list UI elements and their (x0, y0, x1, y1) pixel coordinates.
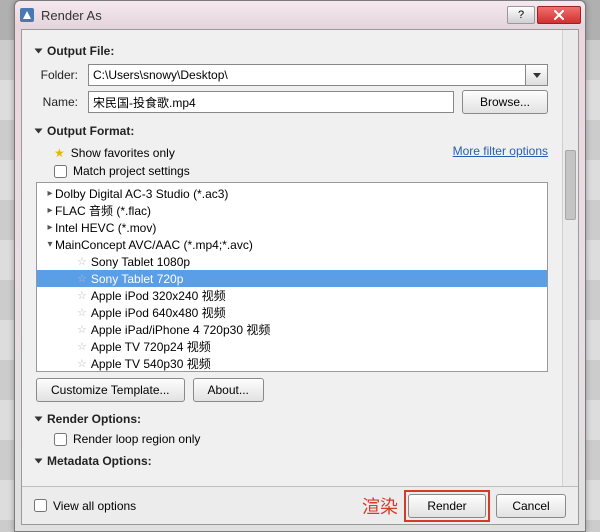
vertical-scrollbar[interactable] (562, 30, 578, 486)
view-all-options-checkbox[interactable] (34, 499, 47, 512)
tree-preset[interactable]: ☆ Apple TV 540p30 视频 (37, 355, 547, 372)
tree-preset[interactable]: ☆ Sony Tablet 720p (37, 270, 547, 287)
render-button[interactable]: Render (408, 494, 486, 518)
section-label: Render Options: (47, 412, 141, 426)
render-as-window: Render As ? Output File: Folder: Name: B… (14, 0, 586, 532)
tree-preset[interactable]: ☆ Apple iPod 640x480 视频 (37, 304, 547, 321)
caret-icon: ▾ (45, 239, 55, 250)
section-render-options[interactable]: Render Options: (36, 412, 548, 426)
app-icon (19, 7, 35, 23)
name-field[interactable] (88, 91, 454, 113)
tree-preset[interactable]: ☆ Apple TV 720p24 视频 (37, 338, 547, 355)
section-metadata-options[interactable]: Metadata Options: (36, 454, 548, 468)
tree-item-label: Intel HEVC (*.mov) (55, 221, 156, 235)
tree-item-label: Apple iPod 320x240 视频 (91, 287, 226, 304)
close-icon (554, 10, 564, 20)
tree-group[interactable]: ▸FLAC 音频 (*.flac) (37, 202, 547, 219)
tree-item-label: Sony Tablet 1080p (91, 255, 190, 269)
chevron-right-icon (35, 49, 43, 54)
folder-label: Folder: (36, 68, 88, 82)
tree-item-label: Apple TV 540p30 视频 (91, 355, 211, 372)
about-button[interactable]: About... (193, 378, 264, 402)
page-edge-right (586, 40, 600, 532)
bottom-bar: View all options 渲染 Render Cancel (22, 486, 578, 524)
section-output-format[interactable]: Output Format: (36, 124, 548, 138)
annotation-highlight-box: Render (404, 490, 490, 522)
tree-item-label: Sony Tablet 720p (91, 272, 184, 286)
tree-item-label: Apple iPod 640x480 视频 (91, 304, 226, 321)
section-label: Metadata Options: (47, 454, 152, 468)
folder-field[interactable] (88, 64, 526, 86)
close-button[interactable] (537, 6, 581, 24)
favorite-star-icon[interactable]: ☆ (77, 306, 87, 319)
tree-item-label: FLAC 音频 (*.flac) (55, 202, 151, 219)
customize-template-button[interactable]: Customize Template... (36, 378, 185, 402)
tree-group[interactable]: ▸Intel HEVC (*.mov) (37, 219, 547, 236)
tree-preset[interactable]: ☆ Apple iPad/iPhone 4 720p30 视频 (37, 321, 547, 338)
help-button[interactable]: ? (507, 6, 535, 24)
view-all-options-label: View all options (53, 499, 136, 513)
chevron-right-icon (35, 459, 43, 464)
tree-item-label: Apple TV 720p24 视频 (91, 338, 211, 355)
name-label: Name: (36, 95, 88, 109)
favorite-star-icon[interactable]: ☆ (77, 289, 87, 302)
main-scroll-area: Output File: Folder: Name: Browse... Out… (22, 30, 578, 486)
caret-icon: ▸ (45, 205, 55, 216)
favorite-star-icon[interactable]: ☆ (77, 272, 87, 285)
section-label: Output Format: (47, 124, 134, 138)
loop-region-checkbox[interactable] (54, 433, 67, 446)
annotation-render-text: 渲染 (362, 493, 398, 519)
scrollbar-thumb[interactable] (565, 150, 576, 220)
tree-group[interactable]: ▾MainConcept AVC/AAC (*.mp4;*.avc) (37, 236, 547, 253)
caret-icon: ▸ (45, 222, 55, 233)
chevron-right-icon (35, 129, 43, 134)
loop-region-label: Render loop region only (73, 432, 200, 446)
window-title: Render As (41, 8, 505, 23)
show-favorites-label: Show favorites only (71, 146, 175, 160)
tree-item-label: MainConcept AVC/AAC (*.mp4;*.avc) (55, 238, 253, 252)
page-edge-left (0, 40, 14, 532)
section-label: Output File: (47, 44, 114, 58)
favorite-star-icon[interactable]: ☆ (77, 323, 87, 336)
folder-dropdown-button[interactable] (526, 64, 548, 86)
favorite-star-icon[interactable]: ☆ (77, 340, 87, 353)
caret-icon: ▸ (45, 188, 55, 199)
favorite-star-icon[interactable]: ☆ (77, 357, 87, 370)
favorite-star-icon[interactable]: ☆ (77, 255, 87, 268)
more-filter-options-link[interactable]: More filter options (453, 144, 548, 158)
tree-preset[interactable]: ☆ Apple iPod 320x240 视频 (37, 287, 547, 304)
section-output-file[interactable]: Output File: (36, 44, 548, 58)
match-project-checkbox[interactable] (54, 165, 67, 178)
chevron-right-icon (35, 417, 43, 422)
format-tree[interactable]: ▸Dolby Digital AC-3 Studio (*.ac3)▸FLAC … (36, 182, 548, 372)
cancel-button[interactable]: Cancel (496, 494, 566, 518)
star-icon: ★ (54, 146, 65, 160)
tree-group[interactable]: ▸Dolby Digital AC-3 Studio (*.ac3) (37, 185, 547, 202)
tree-item-label: Apple iPad/iPhone 4 720p30 视频 (91, 321, 270, 338)
chevron-down-icon (533, 73, 541, 78)
titlebar[interactable]: Render As ? (15, 1, 585, 29)
tree-preset[interactable]: ☆ Sony Tablet 1080p (37, 253, 547, 270)
tree-item-label: Dolby Digital AC-3 Studio (*.ac3) (55, 187, 228, 201)
client-area: Output File: Folder: Name: Browse... Out… (21, 29, 579, 525)
match-project-label: Match project settings (73, 164, 190, 178)
browse-button[interactable]: Browse... (462, 90, 548, 114)
